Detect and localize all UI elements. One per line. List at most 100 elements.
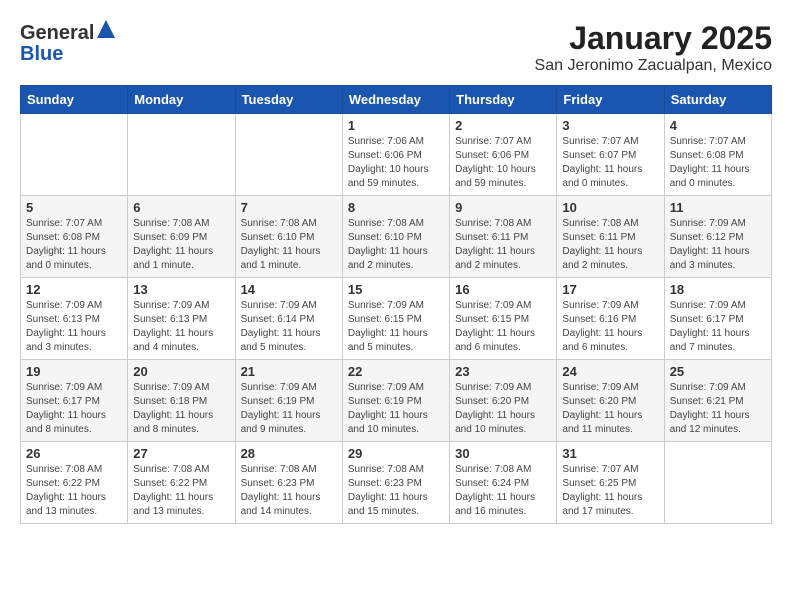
day-number: 1 (348, 118, 444, 133)
calendar-cell: 25 Sunrise: 7:09 AM Sunset: 6:21 PM Dayli… (664, 360, 771, 442)
calendar-cell: 17Sunrise: 7:09 AM Sunset: 6:16 PM Dayli… (557, 278, 664, 360)
calendar-cell: 21 Sunrise: 7:09 AM Sunset: 6:19 PM Dayli… (235, 360, 342, 442)
day-info: Sunrise: 7:09 AM Sunset: 6:16 PM Dayligh… (562, 299, 658, 355)
calendar-cell: 18 Sunrise: 7:09 AM Sunset: 6:17 PM Dayli… (664, 278, 771, 360)
calendar-cell: 4Sunrise: 7:07 AM Sunset: 6:08 PM Daylig… (664, 114, 771, 196)
calendar-cell: 6 Sunrise: 7:08 AM Sunset: 6:09 PM Daylig… (128, 196, 235, 278)
day-number: 21 (241, 364, 337, 379)
day-number: 12 (26, 282, 122, 297)
weekday-header-tuesday: Tuesday (235, 86, 342, 114)
calendar-cell: 28 Sunrise: 7:08 AM Sunset: 6:23 PM Dayli… (235, 442, 342, 524)
calendar-cell: 23Sunrise: 7:09 AM Sunset: 6:20 PM Dayli… (450, 360, 557, 442)
calendar-header: SundayMondayTuesdayWednesdayThursdayFrid… (21, 86, 772, 114)
calendar-cell: 3 Sunrise: 7:07 AM Sunset: 6:07 PM Daylig… (557, 114, 664, 196)
day-number: 7 (241, 200, 337, 215)
logo-general-text: General (20, 22, 94, 44)
day-number: 10 (562, 200, 658, 215)
calendar-cell (128, 114, 235, 196)
day-info: Sunrise: 7:09 AM Sunset: 6:15 PM Dayligh… (455, 299, 551, 355)
day-number: 22 (348, 364, 444, 379)
calendar-cell: 12 Sunrise: 7:09 AM Sunset: 6:13 PM Dayli… (21, 278, 128, 360)
day-number: 24 (562, 364, 658, 379)
logo: General Blue (20, 20, 115, 65)
calendar-cell: 5Sunrise: 7:07 AM Sunset: 6:08 PM Daylig… (21, 196, 128, 278)
day-info: Sunrise: 7:08 AM Sunset: 6:23 PM Dayligh… (348, 463, 444, 519)
day-number: 19 (26, 364, 122, 379)
day-number: 30 (455, 446, 551, 461)
day-number: 3 (562, 118, 658, 133)
day-info: Sunrise: 7:07 AM Sunset: 6:25 PM Dayligh… (562, 463, 658, 519)
day-number: 31 (562, 446, 658, 461)
calendar-cell: 19 Sunrise: 7:09 AM Sunset: 6:17 PM Dayli… (21, 360, 128, 442)
day-number: 28 (241, 446, 337, 461)
day-number: 6 (133, 200, 229, 215)
day-number: 20 (133, 364, 229, 379)
day-info: Sunrise: 7:08 AM Sunset: 6:09 PM Dayligh… (133, 217, 229, 273)
calendar-table: SundayMondayTuesdayWednesdayThursdayFrid… (20, 85, 772, 524)
calendar-cell: 15 Sunrise: 7:09 AM Sunset: 6:15 PM Dayli… (342, 278, 449, 360)
week-row-1: 1Sunrise: 7:06 AM Sunset: 6:06 PM Daylig… (21, 114, 772, 196)
weekday-header-friday: Friday (557, 86, 664, 114)
day-info: Sunrise: 7:09 AM Sunset: 6:20 PM Dayligh… (455, 381, 551, 437)
day-info: Sunrise: 7:08 AM Sunset: 6:11 PM Dayligh… (455, 217, 551, 273)
day-number: 29 (348, 446, 444, 461)
day-number: 25 (670, 364, 766, 379)
calendar-cell: 13 Sunrise: 7:09 AM Sunset: 6:13 PM Dayli… (128, 278, 235, 360)
page-header: General Blue January 2025 San Jeronimo Z… (20, 20, 772, 75)
calendar-cell: 26 Sunrise: 7:08 AM Sunset: 6:22 PM Dayli… (21, 442, 128, 524)
day-info: Sunrise: 7:09 AM Sunset: 6:14 PM Dayligh… (241, 299, 337, 355)
week-row-5: 26 Sunrise: 7:08 AM Sunset: 6:22 PM Dayli… (21, 442, 772, 524)
calendar-cell: 8Sunrise: 7:08 AM Sunset: 6:10 PM Daylig… (342, 196, 449, 278)
calendar-title: January 2025 (535, 20, 772, 57)
week-row-3: 12 Sunrise: 7:09 AM Sunset: 6:13 PM Dayli… (21, 278, 772, 360)
title-block: January 2025 San Jeronimo Zacualpan, Mex… (535, 20, 772, 75)
calendar-cell: 7Sunrise: 7:08 AM Sunset: 6:10 PM Daylig… (235, 196, 342, 278)
day-info: Sunrise: 7:09 AM Sunset: 6:12 PM Dayligh… (670, 217, 766, 273)
calendar-subtitle: San Jeronimo Zacualpan, Mexico (535, 57, 772, 75)
calendar-cell: 1Sunrise: 7:06 AM Sunset: 6:06 PM Daylig… (342, 114, 449, 196)
calendar-cell (664, 442, 771, 524)
day-info: Sunrise: 7:08 AM Sunset: 6:11 PM Dayligh… (562, 217, 658, 273)
calendar-cell: 10 Sunrise: 7:08 AM Sunset: 6:11 PM Dayli… (557, 196, 664, 278)
day-info: Sunrise: 7:08 AM Sunset: 6:23 PM Dayligh… (241, 463, 337, 519)
calendar-cell: 2 Sunrise: 7:07 AM Sunset: 6:06 PM Daylig… (450, 114, 557, 196)
day-info: Sunrise: 7:09 AM Sunset: 6:20 PM Dayligh… (562, 381, 658, 437)
day-number: 18 (670, 282, 766, 297)
day-info: Sunrise: 7:09 AM Sunset: 6:17 PM Dayligh… (670, 299, 766, 355)
day-info: Sunrise: 7:09 AM Sunset: 6:17 PM Dayligh… (26, 381, 122, 437)
day-number: 13 (133, 282, 229, 297)
day-info: Sunrise: 7:09 AM Sunset: 6:18 PM Dayligh… (133, 381, 229, 437)
day-info: Sunrise: 7:09 AM Sunset: 6:13 PM Dayligh… (26, 299, 122, 355)
calendar-cell: 20 Sunrise: 7:09 AM Sunset: 6:18 PM Dayli… (128, 360, 235, 442)
calendar-cell: 31 Sunrise: 7:07 AM Sunset: 6:25 PM Dayli… (557, 442, 664, 524)
calendar-cell: 30 Sunrise: 7:08 AM Sunset: 6:24 PM Dayli… (450, 442, 557, 524)
weekday-header-thursday: Thursday (450, 86, 557, 114)
calendar-cell (235, 114, 342, 196)
day-info: Sunrise: 7:09 AM Sunset: 6:13 PM Dayligh… (133, 299, 229, 355)
day-number: 15 (348, 282, 444, 297)
day-number: 2 (455, 118, 551, 133)
day-info: Sunrise: 7:08 AM Sunset: 6:10 PM Dayligh… (348, 217, 444, 273)
calendar-cell (21, 114, 128, 196)
day-info: Sunrise: 7:09 AM Sunset: 6:15 PM Dayligh… (348, 299, 444, 355)
calendar-cell: 16Sunrise: 7:09 AM Sunset: 6:15 PM Dayli… (450, 278, 557, 360)
week-row-2: 5Sunrise: 7:07 AM Sunset: 6:08 PM Daylig… (21, 196, 772, 278)
day-info: Sunrise: 7:07 AM Sunset: 6:07 PM Dayligh… (562, 135, 658, 191)
calendar-body: 1Sunrise: 7:06 AM Sunset: 6:06 PM Daylig… (21, 114, 772, 524)
day-info: Sunrise: 7:07 AM Sunset: 6:06 PM Dayligh… (455, 135, 551, 191)
calendar-cell: 22 Sunrise: 7:09 AM Sunset: 6:19 PM Dayli… (342, 360, 449, 442)
calendar-cell: 27Sunrise: 7:08 AM Sunset: 6:22 PM Dayli… (128, 442, 235, 524)
calendar-cell: 24 Sunrise: 7:09 AM Sunset: 6:20 PM Dayli… (557, 360, 664, 442)
day-info: Sunrise: 7:09 AM Sunset: 6:19 PM Dayligh… (348, 381, 444, 437)
day-info: Sunrise: 7:08 AM Sunset: 6:22 PM Dayligh… (26, 463, 122, 519)
week-row-4: 19 Sunrise: 7:09 AM Sunset: 6:17 PM Dayli… (21, 360, 772, 442)
day-info: Sunrise: 7:09 AM Sunset: 6:19 PM Dayligh… (241, 381, 337, 437)
calendar-cell: 11 Sunrise: 7:09 AM Sunset: 6:12 PM Dayli… (664, 196, 771, 278)
logo-blue-text: Blue (20, 43, 63, 65)
day-number: 26 (26, 446, 122, 461)
day-number: 11 (670, 200, 766, 215)
day-info: Sunrise: 7:08 AM Sunset: 6:24 PM Dayligh… (455, 463, 551, 519)
day-number: 14 (241, 282, 337, 297)
day-info: Sunrise: 7:09 AM Sunset: 6:21 PM Dayligh… (670, 381, 766, 437)
day-info: Sunrise: 7:07 AM Sunset: 6:08 PM Dayligh… (670, 135, 766, 191)
